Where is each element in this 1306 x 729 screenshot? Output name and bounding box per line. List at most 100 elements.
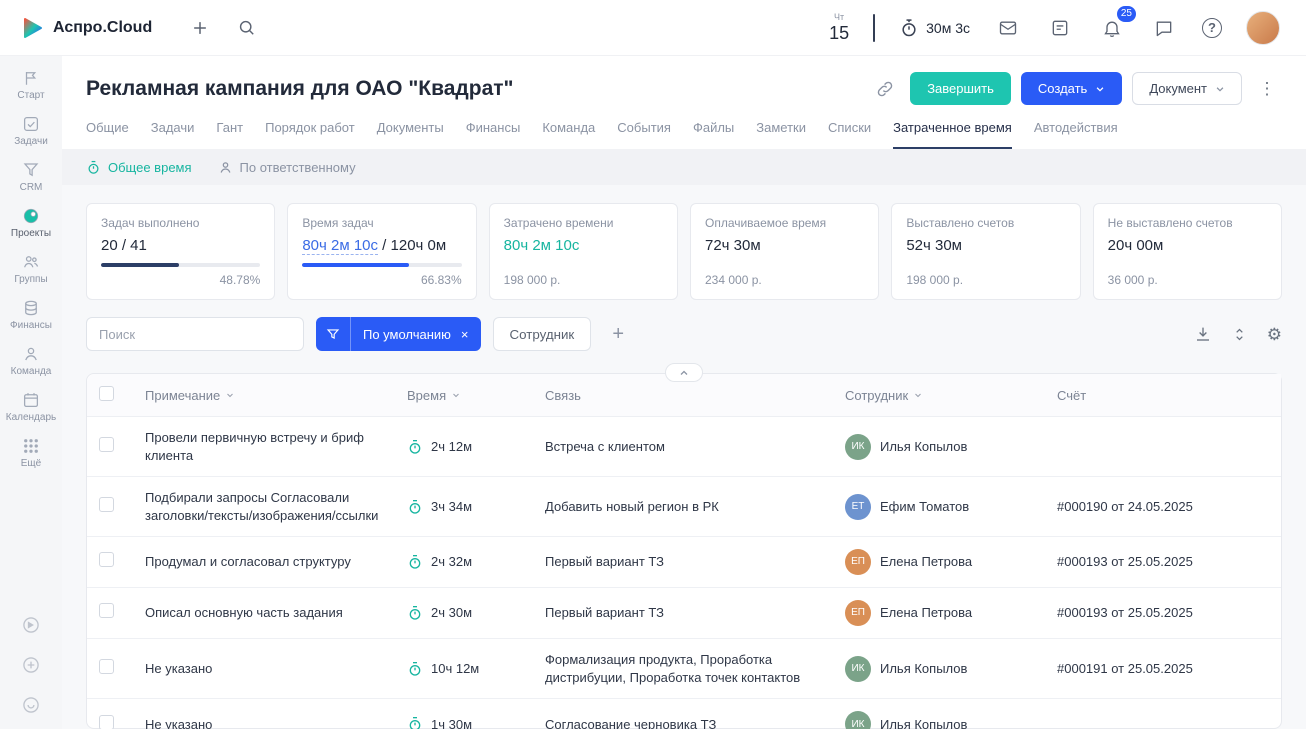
list-toolbar: По умолчанию × Сотрудник + ⚙ xyxy=(86,317,1282,351)
timer-widget[interactable]: 30м 3с xyxy=(899,18,970,38)
stat-value: 72ч 30м xyxy=(705,237,864,254)
row-checkbox[interactable] xyxy=(99,659,114,674)
table-row[interactable]: Не указано 10ч 12м Формализация продукта… xyxy=(87,639,1281,699)
sidebar-item-groups[interactable]: Группы xyxy=(0,246,62,292)
table-row[interactable]: Продумал и согласовал структуру 2ч 32м П… xyxy=(87,537,1281,588)
employee-filter-button[interactable]: Сотрудник xyxy=(493,317,592,351)
finish-button[interactable]: Завершить xyxy=(910,72,1011,105)
sidebar-item-finance[interactable]: Финансы xyxy=(0,292,62,338)
sidebar-item-more[interactable]: Ещё xyxy=(0,430,62,476)
employee-avatar: ЕТ xyxy=(845,494,871,520)
table-row[interactable]: Описал основную часть задания 2ч 30м Пер… xyxy=(87,588,1281,639)
extra-app-icon[interactable] xyxy=(21,615,41,635)
tab-poryadok-rabot[interactable]: Порядок работ xyxy=(265,120,355,149)
tab-avtodejstviya[interactable]: Автодействия xyxy=(1034,120,1118,149)
table-row[interactable]: Подбирали запросы Согласовали заголовки/… xyxy=(87,477,1281,537)
sidebar-item-label: CRM xyxy=(20,182,43,193)
tab-sobytiya[interactable]: События xyxy=(617,120,671,149)
extra-app-icon[interactable] xyxy=(21,655,41,675)
start-icon xyxy=(22,69,40,87)
settings-gear-icon[interactable]: ⚙ xyxy=(1267,326,1282,343)
invoice-cell: #000193 от 25.05.2025 xyxy=(1045,588,1281,639)
header-label: Сотрудник xyxy=(845,388,908,403)
notes-icon[interactable] xyxy=(1046,14,1074,42)
create-button[interactable]: Создать xyxy=(1021,72,1122,105)
tab-gant[interactable]: Гант xyxy=(216,120,243,149)
select-all-checkbox[interactable] xyxy=(99,386,114,401)
row-checkbox[interactable] xyxy=(99,437,114,452)
header-employee[interactable]: Сотрудник xyxy=(833,374,1045,417)
add-button[interactable] xyxy=(186,14,214,42)
header-invoice[interactable]: Счёт xyxy=(1045,374,1281,417)
tab-zadachi[interactable]: Задачи xyxy=(151,120,195,149)
user-avatar[interactable] xyxy=(1246,11,1280,45)
groups-icon xyxy=(22,253,40,271)
relation-cell: Добавить новый регион в РК xyxy=(533,477,833,537)
tab-dokumenty[interactable]: Документы xyxy=(377,120,444,149)
search-input[interactable] xyxy=(86,317,304,351)
invoice-cell xyxy=(1045,417,1281,477)
sidebar-item-crm[interactable]: CRM xyxy=(0,154,62,200)
collapse-table-button[interactable] xyxy=(665,363,703,382)
row-checkbox[interactable] xyxy=(99,552,114,567)
progress-bar xyxy=(101,263,260,267)
calendar-date-widget[interactable]: Чт 15 xyxy=(829,13,849,42)
sidebar-item-tasks[interactable]: Задачи xyxy=(0,108,62,154)
sidebar-item-start[interactable]: Старт xyxy=(0,62,62,108)
chat-icon[interactable] xyxy=(1150,14,1178,42)
search-icon[interactable] xyxy=(232,14,260,42)
tab-fajly[interactable]: Файлы xyxy=(693,120,734,149)
copy-link-icon[interactable] xyxy=(870,74,900,104)
employee-name: Елена Петрова xyxy=(880,553,972,571)
filter-chip-default[interactable]: По умолчанию × xyxy=(316,317,481,351)
stats-row: Задач выполнено 20 / 41 48.78% Время зад… xyxy=(86,203,1282,300)
sidebar-item-team[interactable]: Команда xyxy=(0,338,62,384)
project-tabs: Общие Задачи Гант Порядок работ Документ… xyxy=(86,120,1282,149)
header-note[interactable]: Примечание xyxy=(133,374,395,417)
tab-spiski[interactable]: Списки xyxy=(828,120,871,149)
time-value: 10ч 12м xyxy=(431,660,479,678)
tab-finansy[interactable]: Финансы xyxy=(466,120,521,149)
tab-obshchie[interactable]: Общие xyxy=(86,120,129,149)
add-filter-icon[interactable]: + xyxy=(603,319,633,349)
table-row[interactable]: Провели первичную встречу и бриф клиента… xyxy=(87,417,1281,477)
export-download-icon[interactable] xyxy=(1194,325,1212,343)
collapse-rows-icon[interactable] xyxy=(1232,327,1247,342)
tab-zatrachennoe-vremya[interactable]: Затраченное время xyxy=(893,120,1012,149)
filter-remove-icon[interactable]: × xyxy=(459,327,481,342)
note-cell: Провели первичную встречу и бриф клиента xyxy=(133,417,395,477)
time-stopwatch-icon xyxy=(407,716,423,729)
invoice-cell: #000191 от 25.05.2025 xyxy=(1045,639,1281,699)
employee-name: Елена Петрова xyxy=(880,604,972,622)
stat-label: Оплачиваемое время xyxy=(705,216,864,230)
row-checkbox[interactable] xyxy=(99,603,114,618)
sidebar-item-calendar[interactable]: Календарь xyxy=(0,384,62,430)
stat-card-task-time: Время задач 80ч 2м 10с / 120ч 0м 66.83% xyxy=(287,203,476,300)
tab-komanda[interactable]: Команда xyxy=(542,120,595,149)
header-time[interactable]: Время xyxy=(395,374,533,417)
time-link[interactable]: 80ч 2м 10с xyxy=(302,237,378,255)
document-button[interactable]: Документ xyxy=(1132,72,1242,105)
sidebar: Старт Задачи CRM Проекты Группы Финансы xyxy=(0,56,62,729)
extra-app-icon[interactable] xyxy=(21,695,41,715)
tab-zametki[interactable]: Заметки xyxy=(756,120,806,149)
brand[interactable]: Аспро.Cloud xyxy=(20,16,152,40)
subtab-label: Общее время xyxy=(108,160,192,175)
brand-name: Аспро.Cloud xyxy=(53,19,152,37)
sort-chevron-icon xyxy=(451,388,461,403)
subtab-by-responsible[interactable]: По ответственному xyxy=(218,160,356,175)
stat-value: 52ч 30м xyxy=(906,237,1065,254)
stat-card-time-spent: Затрачено времени 80ч 2м 10с 198 000 р. xyxy=(489,203,678,300)
mail-icon[interactable] xyxy=(994,14,1022,42)
sidebar-item-projects[interactable]: Проекты xyxy=(0,200,62,246)
notifications-bell-icon[interactable]: 25 xyxy=(1098,14,1126,42)
row-checkbox[interactable] xyxy=(99,715,114,729)
row-checkbox[interactable] xyxy=(99,497,114,512)
more-menu-icon[interactable]: ⋮ xyxy=(1252,74,1282,104)
subtab-total-time[interactable]: Общее время xyxy=(86,160,192,175)
table-row[interactable]: Не указано 1ч 30м Согласование черновика… xyxy=(87,699,1281,729)
invoice-cell xyxy=(1045,699,1281,729)
stat-amount: 36 000 р. xyxy=(1108,273,1267,287)
help-icon[interactable]: ? xyxy=(1202,18,1222,38)
employee-avatar: ИК xyxy=(845,711,871,729)
